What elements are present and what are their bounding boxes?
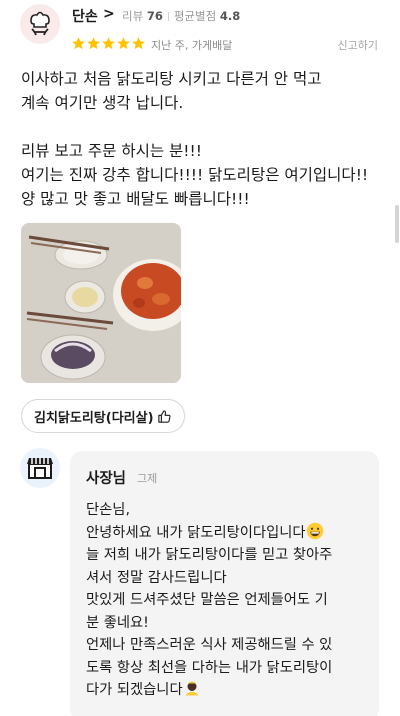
reviewer-stats: 리뷰 76 평균별점 4.8 — [122, 8, 240, 24]
chevron-right-icon[interactable]: > — [103, 6, 115, 22]
reply-line: 다가 되겠습니다 — [86, 679, 371, 702]
chef-hat-icon — [20, 4, 60, 44]
star-icon — [72, 37, 85, 50]
review-header: 단손 > 리뷰 76 평균별점 4.8 지난 주, 가게배달 신고하기 — [0, 0, 400, 62]
grinning-face-emoji-icon — [306, 522, 323, 539]
avg-rating-label: 평균별점 — [173, 9, 217, 23]
review-line: 양 많고 맛 좋고 배달도 빠릅니다!!! — [21, 190, 250, 208]
menu-tag-chip[interactable]: 김치닭도리탕(다리살) — [21, 399, 185, 433]
reviewer-avatar[interactable] — [20, 4, 60, 44]
star-icon — [117, 37, 130, 50]
review-count-label: 리뷰 — [122, 9, 144, 23]
owner-reply-text: 단손님, 안녕하세요 내가 닭도리탕이다입니다 늘 저희 내가 닭도리탕이다를 … — [86, 499, 371, 702]
reply-line: 안녕하세요 내가 닭도리탕이다입니다 — [86, 522, 371, 545]
star-icon — [87, 37, 100, 50]
menu-tag-label: 김치닭도리탕(다리살) — [34, 410, 154, 426]
review-line: 이사하고 처음 닭도리탕 시키고 다른거 안 먹고 — [21, 70, 322, 88]
owner-reply-bubble: 사장님 그제 단손님, 안녕하세요 내가 닭도리탕이다입니다 늘 저희 내가 닭… — [70, 451, 379, 716]
owner-name: 사장님 — [86, 471, 127, 487]
review-line: 계속 여기만 생각 납니다. — [21, 94, 184, 112]
reply-line: 분 좋네요! — [86, 614, 149, 631]
star-icon — [132, 37, 145, 50]
review-line: 여기는 진짜 강추 합니다!!!! 닭도리탕은 여기입니다!! — [21, 166, 369, 184]
reply-line: 늘 저희 내가 닭도리탕이다를 믿고 찾아주 — [86, 547, 333, 563]
star-icon — [102, 37, 115, 50]
review-text: 이사하고 처음 닭도리탕 시키고 다른거 안 먹고 계속 여기만 생각 납니다.… — [21, 67, 391, 211]
review-count: 76 — [146, 9, 163, 23]
bowing-person-emoji-icon — [184, 680, 199, 696]
owner-avatar — [20, 448, 60, 488]
owner-reply-date: 그제 — [137, 472, 158, 485]
store-icon — [27, 458, 53, 479]
reply-line: 단손님, — [86, 502, 131, 518]
scrollbar-thumb[interactable] — [395, 205, 399, 243]
reviewer-nickname[interactable]: 단손 — [72, 6, 98, 26]
reply-line: 맛있게 드셔주셨단 말씀은 언제들어도 기 — [86, 592, 328, 608]
reply-line: 도록 항상 최선을 다하는 내가 닭도리탕이 — [86, 659, 333, 676]
reply-line: 셔서 정말 감사드립니다 — [86, 569, 227, 586]
avg-rating: 4.8 — [219, 9, 241, 23]
report-link[interactable]: 신고하기 — [338, 37, 378, 53]
food-photo-image — [21, 223, 181, 383]
reply-line: 언제나 만족스러운 식사 제공해드릴 수 있 — [86, 637, 333, 653]
thumbs-up-icon — [157, 409, 171, 423]
order-date-type: 지난 주, 가게배달 — [151, 39, 233, 52]
review-photo[interactable] — [21, 223, 181, 383]
star-rating — [71, 36, 146, 51]
review-line: 리뷰 보고 주문 하시는 분!!! — [21, 142, 202, 160]
